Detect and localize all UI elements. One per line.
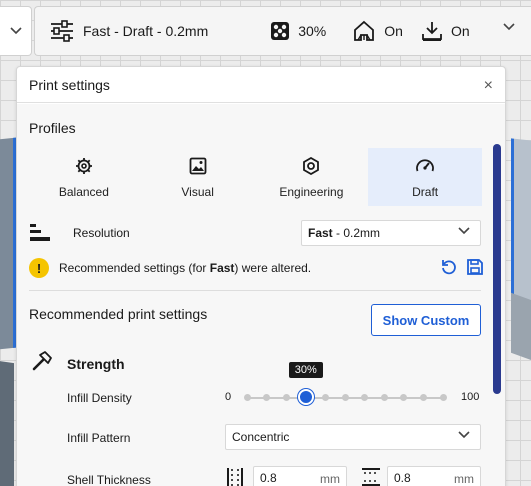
profile-tab-visual[interactable]: Visual: [141, 148, 255, 206]
slider-step-dot[interactable]: [400, 394, 408, 401]
shell-thickness-label: Shell Thickness: [67, 473, 151, 486]
warning-text-before: Recommended settings (for: [59, 261, 210, 275]
resolution-select[interactable]: Fast - 0.2mm: [301, 220, 481, 246]
profile-tab-label: Balanced: [58, 185, 109, 199]
support-summary[interactable]: On: [352, 20, 403, 42]
wall-thickness-value: 0.8: [260, 471, 277, 485]
infill-summary-value: 30%: [298, 23, 327, 39]
infill-summary[interactable]: 30%: [270, 21, 326, 41]
profile-tab-label: Draft: [412, 185, 439, 199]
warning-text-bold: Fast: [209, 261, 235, 275]
model-left-lower-part[interactable]: [0, 356, 14, 486]
chevron-down-icon: [9, 27, 22, 35]
chevron-down-icon: [458, 227, 470, 235]
profile-summary-label: Fast - Draft - 0.2mm: [83, 23, 209, 39]
strength-title: Strength: [67, 355, 125, 372]
slider-step-dot[interactable]: [380, 394, 388, 401]
top-bottom-thickness-icon: [361, 466, 381, 486]
wall-thickness-input[interactable]: 0.8 mm: [253, 466, 347, 486]
slider-max-label: 100: [461, 391, 480, 403]
shell-thickness-row: 0.8 mm 0.8 mm: [225, 464, 485, 486]
print-setup-selector[interactable]: Fast - Draft - 0.2mm 30% On On: [34, 6, 531, 56]
infill-density-label: Infill Density: [67, 391, 132, 405]
print-settings-panel: Print settings × Profiles Balanced Visua…: [16, 66, 506, 486]
recommended-title: Recommended print settings: [29, 306, 208, 322]
print-settings-topbar: Fast - Draft - 0.2mm 30% On On: [0, 0, 531, 62]
panel-body: Profiles Balanced Visual Engineering Dra…: [17, 104, 505, 486]
wall-thickness-unit: mm: [320, 472, 340, 486]
reset-icon[interactable]: [440, 258, 458, 281]
gear-icon: [75, 155, 93, 177]
chevron-down-icon: [458, 431, 470, 439]
profile-tab-balanced[interactable]: Balanced: [27, 148, 141, 206]
slider-step-dot[interactable]: [243, 394, 251, 401]
infill-density-slider[interactable]: 0 100 30%: [225, 362, 485, 414]
panel-header: Print settings: [17, 67, 505, 103]
resolution-label: Resolution: [73, 226, 130, 240]
left-dropdown-button[interactable]: [0, 6, 32, 56]
warning-text: Recommended settings (for Fast) were alt…: [59, 261, 311, 275]
warning-text-after: ) were altered.: [234, 261, 312, 275]
profile-tab-draft[interactable]: Draft: [368, 148, 482, 206]
slider-value-tooltip: 30%: [288, 362, 323, 378]
model-left-part[interactable]: [0, 137, 16, 353]
top-bottom-thickness-unit: mm: [454, 472, 474, 486]
infill-pattern-label: Infill Pattern: [67, 431, 131, 445]
hex-nut-icon: [302, 155, 320, 177]
top-bottom-thickness-input[interactable]: 0.8 mm: [387, 466, 481, 486]
profile-tab-label: Engineering: [279, 185, 344, 199]
panel-scrollbar[interactable]: [493, 144, 501, 394]
altered-settings-warning: ! Recommended settings (for Fast) were a…: [29, 256, 484, 280]
adhesion-icon: [422, 22, 442, 41]
slider-step-dot[interactable]: [282, 394, 290, 401]
support-summary-value: On: [384, 23, 403, 39]
resolution-row: Resolution Fast - 0.2mm: [29, 220, 484, 248]
wall-thickness-icon: [225, 466, 245, 486]
slider-step-dot[interactable]: [439, 394, 447, 401]
slider-thumb[interactable]: [297, 389, 314, 405]
slider-step-dot[interactable]: [361, 394, 369, 401]
profile-tab-label: Visual: [181, 185, 214, 199]
adhesion-summary[interactable]: On: [421, 20, 470, 42]
infill-icon: [271, 22, 290, 40]
slider-step-dot[interactable]: [341, 394, 349, 401]
support-icon: [354, 20, 375, 41]
hammer-icon: [31, 350, 53, 377]
profile-summary[interactable]: Fast - Draft - 0.2mm: [49, 20, 208, 42]
profile-tab-engineering[interactable]: Engineering: [255, 148, 369, 206]
infill-pattern-value: Concentric: [232, 430, 290, 444]
panel-title: Print settings: [29, 76, 110, 93]
image-icon: [189, 155, 207, 177]
show-custom-button[interactable]: Show Custom: [371, 304, 481, 336]
slider-step-dot[interactable]: [263, 394, 271, 401]
infill-pattern-select[interactable]: Concentric: [225, 424, 481, 450]
close-icon[interactable]: ×: [484, 77, 493, 95]
section-divider: [29, 290, 481, 291]
save-icon[interactable]: [466, 258, 484, 281]
top-bottom-thickness-value: 0.8: [394, 471, 411, 485]
warning-icon: !: [29, 258, 49, 278]
resolution-value-rest: - 0.2mm: [332, 226, 381, 240]
resolution-value-bold: Fast: [308, 226, 333, 240]
resolution-layers-icon: [29, 223, 51, 248]
slider-step-dot[interactable]: [419, 394, 427, 401]
adhesion-summary-value: On: [450, 23, 470, 39]
profiles-title: Profiles: [29, 120, 76, 136]
chevron-down-icon[interactable]: [503, 23, 515, 31]
slider-step-dot[interactable]: [321, 394, 329, 401]
gauge-icon: [415, 155, 435, 177]
slider-min-label: 0: [225, 391, 232, 403]
strength-section-header: Strength: [31, 350, 125, 377]
sliders-icon: [51, 20, 73, 42]
profile-tabs: Balanced Visual Engineering Draft: [27, 148, 482, 206]
